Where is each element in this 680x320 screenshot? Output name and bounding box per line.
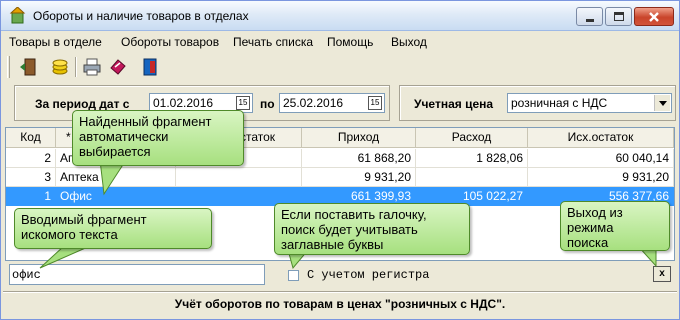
callout-exit-search: Выход из режима поиска bbox=[560, 201, 670, 251]
date-to-field[interactable]: 25.02.2016 15 bbox=[279, 93, 385, 113]
table-row[interactable]: 3 Аптека 1 9 931,20 9 931,20 bbox=[6, 168, 674, 187]
cell-name: Офис bbox=[56, 187, 176, 206]
toolbar-print-button[interactable] bbox=[81, 56, 103, 78]
minimize-button[interactable] bbox=[576, 7, 603, 26]
price-select[interactable]: розничная с НДС bbox=[507, 93, 672, 113]
toolbar-grip[interactable] bbox=[7, 56, 10, 78]
cell-code: 3 bbox=[6, 168, 56, 187]
toolbar-books-button[interactable] bbox=[107, 56, 129, 78]
callout-case-hint: Если поставить галочку, поиск будет учит… bbox=[274, 203, 470, 255]
search-input-value: офис bbox=[12, 268, 41, 282]
case-sensitive-label[interactable]: С учетом регистра bbox=[307, 268, 429, 282]
cell-name: Аптека 1 bbox=[56, 168, 176, 187]
cell-end-balance: 60 040,14 bbox=[528, 149, 674, 168]
minimize-icon bbox=[586, 19, 594, 22]
menu-print-list[interactable]: Печать списка bbox=[233, 35, 313, 49]
to-label: по bbox=[260, 97, 275, 111]
date-from-value: 01.02.2016 bbox=[153, 96, 214, 110]
close-button[interactable] bbox=[634, 7, 674, 26]
cell-end-balance: 9 931,20 bbox=[528, 168, 674, 187]
exit-search-button[interactable]: x bbox=[653, 266, 671, 282]
chevron-down-icon[interactable] bbox=[654, 95, 670, 111]
search-input[interactable]: офис bbox=[9, 264, 265, 285]
column-header-expense[interactable]: Расход bbox=[416, 128, 528, 148]
column-header-end-balance[interactable]: Исх.остаток bbox=[528, 128, 674, 148]
calendar-icon[interactable]: 15 bbox=[368, 96, 382, 110]
title-bar[interactable]: Обороты и наличие товаров в отделах bbox=[1, 1, 679, 31]
close-icon bbox=[649, 12, 659, 22]
books-icon bbox=[110, 59, 126, 75]
menu-goods-turnover[interactable]: Обороты товаров bbox=[121, 35, 219, 49]
app-icon bbox=[9, 7, 26, 24]
price-label: Учетная цена bbox=[414, 97, 494, 111]
cell-code: 2 bbox=[6, 149, 56, 168]
cell-code: 1 bbox=[6, 187, 56, 206]
menu-help[interactable]: Помощь bbox=[327, 35, 373, 49]
case-sensitive-checkbox[interactable] bbox=[288, 270, 299, 281]
printer-icon bbox=[83, 58, 101, 76]
exit-door-icon bbox=[20, 58, 36, 76]
menu-bar: Товары в отделе Обороты товаров Печать с… bbox=[1, 32, 679, 52]
toolbar-door-button[interactable] bbox=[139, 56, 161, 78]
door-icon bbox=[143, 58, 157, 76]
date-to-value: 25.02.2016 bbox=[283, 96, 344, 110]
status-bar: Учёт оборотов по товарам в ценах "рознич… bbox=[3, 291, 677, 317]
toolbar bbox=[5, 54, 675, 80]
column-header-income[interactable]: Приход bbox=[302, 128, 416, 148]
calendar-icon[interactable]: 15 bbox=[236, 96, 250, 110]
toolbar-coins-button[interactable] bbox=[49, 56, 71, 78]
cell-income: 9 931,20 bbox=[302, 168, 416, 187]
window-title: Обороты и наличие товаров в отделах bbox=[33, 9, 249, 23]
column-header-code[interactable]: Код bbox=[6, 128, 56, 148]
maximize-button[interactable] bbox=[605, 7, 632, 26]
menu-goods-in-dept[interactable]: Товары в отделе bbox=[9, 35, 102, 49]
toolbar-separator bbox=[75, 57, 77, 77]
maximize-icon bbox=[614, 12, 624, 21]
cell-start-balance bbox=[176, 168, 302, 187]
toolbar-exit-button[interactable] bbox=[17, 56, 39, 78]
period-label: За период дат с bbox=[35, 97, 130, 111]
callout-typed-fragment: Вводимый фрагмент искомого текста bbox=[14, 208, 212, 249]
cell-expense: 1 828,06 bbox=[416, 149, 528, 168]
cell-expense bbox=[416, 168, 528, 187]
menu-exit[interactable]: Выход bbox=[391, 35, 427, 49]
price-select-value: розничная с НДС bbox=[511, 96, 608, 110]
callout-found-fragment: Найденный фрагмент автоматически выбирае… bbox=[72, 110, 244, 166]
price-panel: Учетная цена розничная с НДС bbox=[399, 85, 676, 121]
coins-icon bbox=[52, 59, 68, 75]
cell-income: 61 868,20 bbox=[302, 149, 416, 168]
